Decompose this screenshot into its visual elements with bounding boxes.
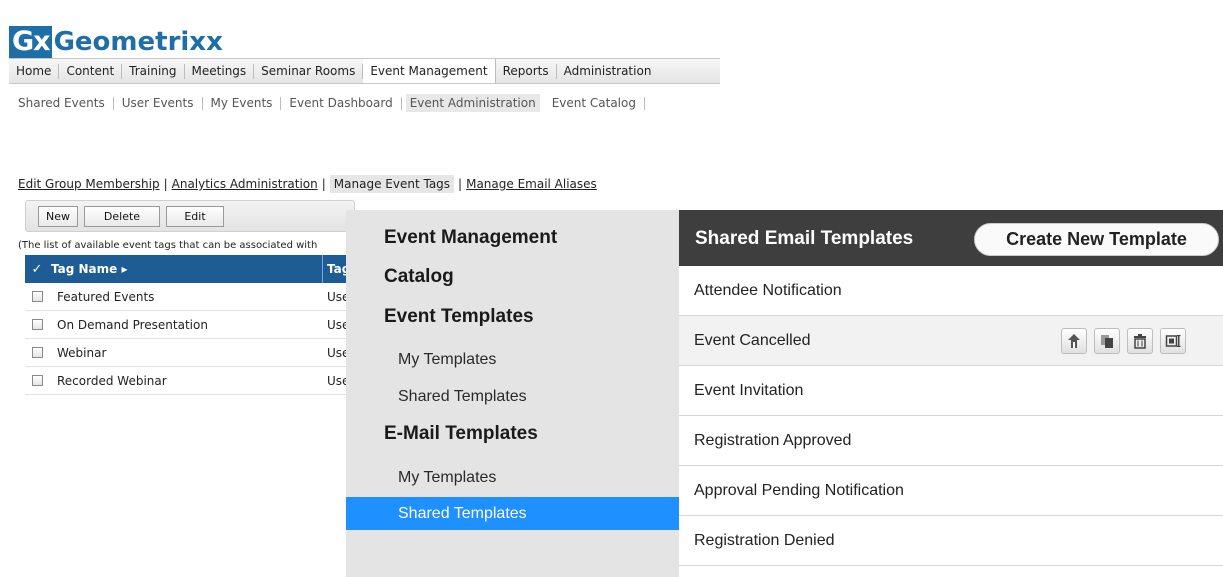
- row-checkbox[interactable]: [31, 319, 43, 330]
- template-item-label: Event Cancelled: [694, 331, 811, 349]
- template-item-label: Registration Approved: [694, 431, 852, 449]
- topnav-meetings[interactable]: Meetings: [185, 63, 255, 79]
- table-row[interactable]: Featured Events Use: [25, 283, 355, 311]
- topnav-event-management[interactable]: Event Management: [363, 59, 496, 83]
- top-navigation: Home Content Training Meetings Seminar R…: [9, 58, 720, 84]
- link-manage-event-tags[interactable]: Manage Event Tags: [329, 175, 455, 193]
- topnav-reports[interactable]: Reports: [496, 63, 557, 79]
- menu-heading-catalog[interactable]: Catalog: [384, 266, 454, 288]
- tag-toolbar: New Delete Edit: [25, 200, 355, 232]
- menu-item-email-my-templates[interactable]: My Templates: [346, 461, 679, 494]
- tag-table: ✓ Tag Name ▸ Tag Featured Events Use On …: [25, 255, 355, 395]
- subnav-event-catalog[interactable]: Event Catalog: [544, 96, 645, 110]
- subnav-event-administration[interactable]: Event Administration: [405, 94, 540, 112]
- link-separator: |: [321, 177, 326, 191]
- template-item[interactable]: Attendee Notification: [679, 266, 1223, 316]
- template-item-actions: [1061, 328, 1186, 354]
- edit-template-icon[interactable]: [1160, 328, 1186, 354]
- templates-panel-header: Shared Email Templates Create New Templa…: [679, 210, 1223, 266]
- menu-heading-event-templates[interactable]: Event Templates: [384, 306, 534, 328]
- template-item-label: Attendee Notification: [694, 281, 842, 299]
- topnav-administration[interactable]: Administration: [557, 64, 659, 79]
- link-analytics-administration[interactable]: Analytics Administration: [172, 177, 318, 191]
- publish-icon[interactable]: [1061, 328, 1087, 354]
- subnav-event-dashboard[interactable]: Event Dashboard: [281, 96, 402, 110]
- tag-name-cell: Featured Events: [57, 289, 155, 304]
- delete-button[interactable]: Delete: [84, 205, 160, 227]
- template-item[interactable]: Registration Approved: [679, 416, 1223, 466]
- menu-heading-event-management[interactable]: Event Management: [384, 227, 557, 249]
- select-all-checkbox[interactable]: ✓: [25, 262, 49, 277]
- trash-icon[interactable]: [1127, 328, 1153, 354]
- geometrixx-logo[interactable]: Gx Geometrixx: [9, 22, 223, 58]
- table-row[interactable]: Webinar Use: [25, 339, 355, 367]
- topnav-training[interactable]: Training: [122, 63, 185, 79]
- table-row[interactable]: Recorded Webinar Use: [25, 367, 355, 395]
- template-item[interactable]: Registration Denied: [679, 516, 1223, 566]
- row-checkbox[interactable]: [31, 347, 43, 358]
- template-item-label: Approval Pending Notification: [694, 481, 904, 499]
- tag-name-column-header[interactable]: Tag Name ▸: [49, 255, 323, 283]
- templates-panel-title: Shared Email Templates: [695, 228, 914, 249]
- row-checkbox[interactable]: [31, 291, 43, 302]
- logo-wordmark: Geometrixx: [53, 27, 223, 57]
- topnav-home[interactable]: Home: [9, 63, 60, 79]
- tag-name-cell: Webinar: [57, 345, 107, 360]
- tag-name-cell: Recorded Webinar: [57, 373, 167, 388]
- subnav-user-events[interactable]: User Events: [114, 96, 203, 110]
- tag-table-header: ✓ Tag Name ▸ Tag: [25, 255, 355, 283]
- template-item[interactable]: Event Invitation: [679, 366, 1223, 416]
- row-checkbox[interactable]: [31, 375, 43, 386]
- link-manage-email-aliases[interactable]: Manage Email Aliases: [466, 177, 597, 191]
- link-separator: |: [458, 177, 463, 191]
- template-item-label: Event Invitation: [694, 381, 804, 399]
- topnav-seminar-rooms[interactable]: Seminar Rooms: [254, 63, 364, 79]
- template-item[interactable]: Approval Pending Notification: [679, 466, 1223, 516]
- shared-email-templates-panel: Shared Email Templates Create New Templa…: [679, 210, 1223, 577]
- menu-item-event-shared-templates[interactable]: Shared Templates: [346, 380, 679, 413]
- new-button[interactable]: New: [38, 205, 78, 227]
- create-new-template-button[interactable]: Create New Template: [974, 223, 1219, 256]
- menu-item-email-shared-templates[interactable]: Shared Templates: [346, 497, 679, 530]
- edit-button[interactable]: Edit: [166, 205, 224, 227]
- template-item-label: Registration Denied: [694, 531, 835, 549]
- topnav-content[interactable]: Content: [59, 63, 123, 79]
- link-separator: |: [163, 177, 168, 191]
- link-edit-group-membership[interactable]: Edit Group Membership: [18, 177, 160, 191]
- tag-list-description: (The list of available event tags that c…: [18, 240, 318, 251]
- tag-name-cell: On Demand Presentation: [57, 317, 208, 332]
- sub-navigation: Shared Events User Events My Events Even…: [18, 94, 645, 112]
- table-row[interactable]: On Demand Presentation Use: [25, 311, 355, 339]
- template-item[interactable]: Event Cancelled: [679, 316, 1223, 366]
- menu-heading-email-templates[interactable]: E-Mail Templates: [384, 423, 538, 445]
- menu-item-event-my-templates[interactable]: My Templates: [346, 343, 679, 376]
- subnav-shared-events[interactable]: Shared Events: [18, 96, 114, 110]
- admin-links: Edit Group Membership | Analytics Admini…: [18, 175, 597, 193]
- logo-mark: Gx: [9, 26, 52, 58]
- copy-icon[interactable]: [1094, 328, 1120, 354]
- event-management-menu: Event Management Catalog Event Templates…: [346, 210, 679, 577]
- subnav-my-events[interactable]: My Events: [203, 96, 282, 110]
